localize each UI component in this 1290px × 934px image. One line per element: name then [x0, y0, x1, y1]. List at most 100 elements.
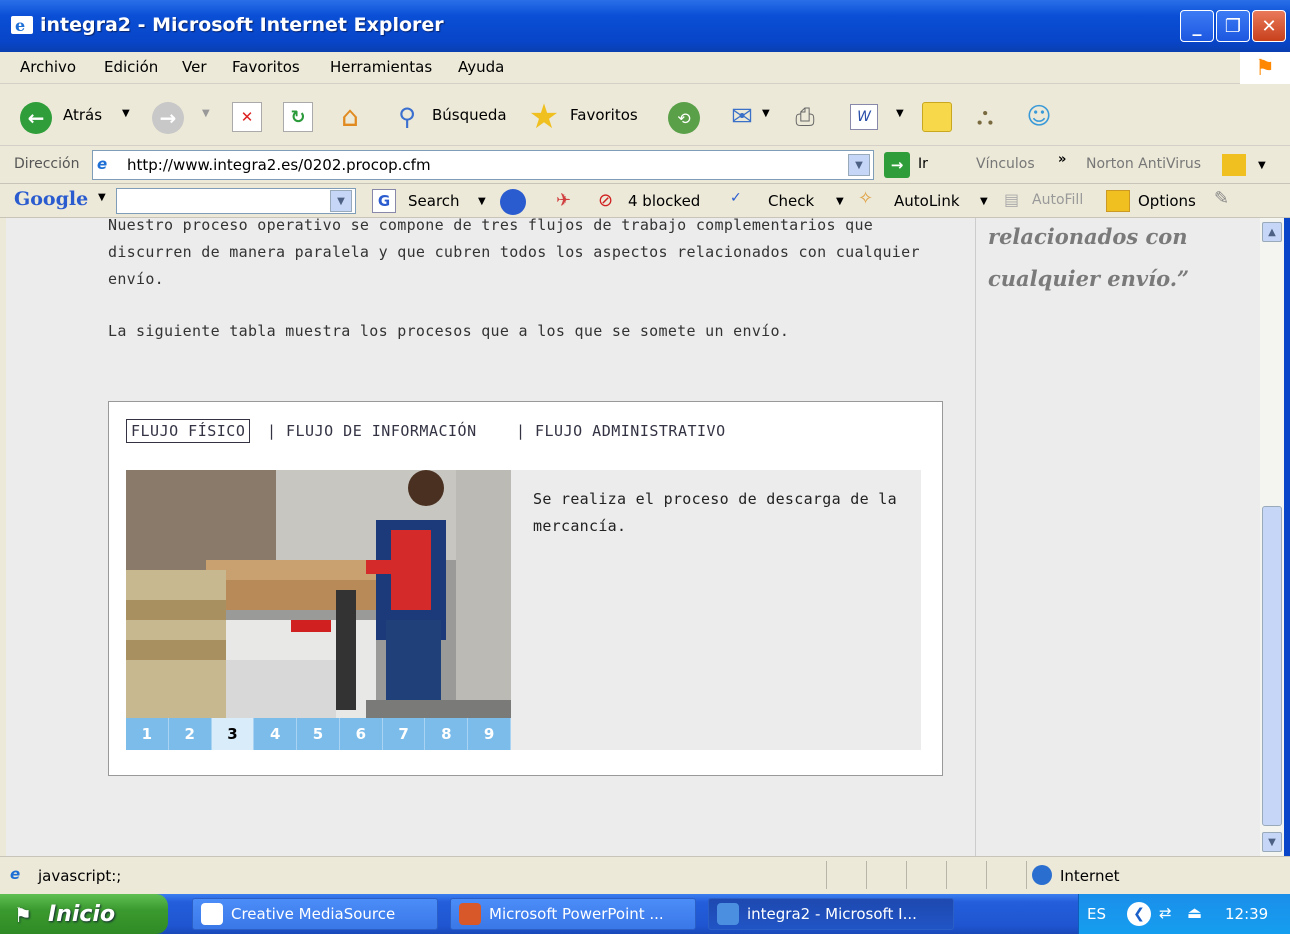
options-button[interactable]: Options — [1138, 192, 1196, 210]
network-icon[interactable]: ⇄ — [1159, 904, 1172, 922]
menu-edicion[interactable]: Edición — [104, 58, 158, 76]
address-dropdown-icon[interactable]: ▼ — [848, 154, 870, 176]
process-description: Se realiza el proceso de descarga de la … — [511, 470, 921, 750]
pagerank-icon[interactable] — [500, 189, 526, 215]
task-label: Creative MediaSource — [231, 905, 396, 923]
status-divider — [1026, 861, 1027, 889]
pager-button-1[interactable]: 1 — [126, 718, 169, 750]
menu-ayuda[interactable]: Ayuda — [458, 58, 504, 76]
blocked-count[interactable]: 4 blocked — [628, 192, 700, 210]
mail-dropdown-icon[interactable]: ▼ — [762, 108, 770, 119]
scroll-up-icon[interactable]: ▲ — [1262, 222, 1282, 242]
research-icon[interactable]: ⛬ — [968, 100, 1002, 132]
pager-button-3[interactable]: 3 — [211, 718, 255, 750]
address-input[interactable]: e http://www.integra2.es/0202.procop.cfm — [92, 150, 874, 180]
google-menu-dropdown-icon[interactable]: ▼ — [98, 192, 106, 203]
taskbar: ⚑ Inicio Creative MediaSource Microsoft … — [0, 894, 1290, 934]
task-creative-mediasource[interactable]: Creative MediaSource — [192, 898, 438, 930]
status-divider — [986, 861, 987, 889]
links-label[interactable]: Vínculos — [976, 156, 1035, 172]
tab-flujo-informacion[interactable]: FLUJO DE INFORMACIÓN — [286, 422, 477, 440]
close-button[interactable]: ✕ — [1252, 10, 1286, 42]
search-button[interactable]: Búsqueda — [432, 106, 507, 124]
home-icon[interactable]: ⌂ — [332, 100, 368, 133]
menu-ver[interactable]: Ver — [182, 58, 207, 76]
pager-button-5[interactable]: 5 — [297, 718, 340, 750]
title-bar: e integra2 - Microsoft Internet Explorer… — [0, 0, 1290, 52]
options-icon[interactable] — [1106, 190, 1130, 212]
menu-favoritos[interactable]: Favoritos — [232, 58, 300, 76]
stop-icon[interactable]: ✕ — [232, 102, 262, 132]
tray-expand-icon[interactable]: ❮ — [1127, 902, 1151, 926]
back-arrow-icon[interactable]: ← — [20, 102, 52, 134]
tab-flujo-fisico[interactable]: FLUJO FÍSICO — [126, 419, 251, 443]
go-arrow-icon[interactable]: → — [884, 152, 910, 178]
security-zone: Internet — [1060, 867, 1120, 885]
popup-blocker-icon[interactable]: ⊘ — [598, 190, 624, 212]
search-dropdown-icon[interactable]: ▼ — [478, 196, 486, 207]
edit-dropdown-icon[interactable]: ▼ — [896, 108, 904, 119]
norton-icon[interactable] — [1222, 154, 1246, 176]
links-chevron-icon[interactable]: » — [1058, 152, 1066, 167]
norton-label[interactable]: Norton AntiVirus — [1086, 156, 1201, 172]
scroll-thumb[interactable] — [1262, 506, 1282, 826]
menu-archivo[interactable]: Archivo — [20, 58, 76, 76]
status-text: javascript:; — [38, 867, 122, 885]
safely-remove-icon[interactable]: ⏏ — [1187, 903, 1202, 922]
pager-button-7[interactable]: 7 — [382, 718, 426, 750]
start-button[interactable]: ⚑ Inicio — [0, 894, 168, 934]
pager-button-8[interactable]: 8 — [425, 718, 469, 750]
spellcheck-icon[interactable]: ✓ — [730, 190, 742, 206]
google-search-icon[interactable]: G — [372, 189, 396, 213]
clock[interactable]: 12:39 — [1225, 905, 1268, 923]
favorites-button[interactable]: Favoritos — [570, 106, 638, 124]
status-divider — [826, 861, 827, 889]
pager-button-9[interactable]: 9 — [468, 718, 512, 750]
check-dropdown-icon[interactable]: ▼ — [836, 196, 844, 207]
edit-word-icon[interactable]: W — [850, 104, 878, 130]
task-powerpoint[interactable]: Microsoft PowerPoint ... — [450, 898, 696, 930]
messenger-icon[interactable]: ☺ — [1022, 100, 1056, 132]
scroll-down-icon[interactable]: ▼ — [1262, 832, 1282, 852]
tab-flujo-administrativo[interactable]: FLUJO ADMINISTRATIVO — [535, 422, 726, 440]
highlight-icon[interactable]: ✎ — [1214, 188, 1229, 209]
back-button[interactable]: Atrás — [63, 106, 102, 124]
intro-line-1: Nuestro proceso operativo se compone de … — [108, 218, 874, 234]
minimize-button[interactable]: _ — [1180, 10, 1214, 42]
windows-logo-icon: ⚑ — [1240, 52, 1290, 84]
pager-button-6[interactable]: 6 — [339, 718, 383, 750]
warehouse-photo-image — [126, 470, 511, 750]
back-dropdown-icon[interactable]: ▼ — [122, 108, 130, 119]
google-logo[interactable]: Google — [14, 188, 88, 210]
autolink-dropdown-icon[interactable]: ▼ — [980, 196, 988, 207]
svg-text:e: e — [15, 16, 25, 35]
discuss-icon[interactable] — [922, 102, 952, 132]
favorites-star-icon[interactable]: ★ — [524, 97, 564, 137]
google-search-input[interactable] — [116, 188, 356, 214]
autolink-icon[interactable]: ✧ — [858, 188, 873, 209]
search-icon[interactable]: ⚲ — [390, 100, 424, 134]
refresh-icon[interactable]: ↻ — [283, 102, 313, 132]
forward-arrow-icon[interactable]: → — [152, 102, 184, 134]
tab-separator: | — [516, 422, 526, 440]
history-icon[interactable]: ⟲ — [668, 102, 700, 134]
menu-herramientas[interactable]: Herramientas — [330, 58, 432, 76]
language-indicator[interactable]: ES — [1087, 905, 1106, 923]
autolink-button[interactable]: AutoLink — [894, 192, 960, 210]
maximize-button[interactable]: ❐ — [1216, 10, 1250, 42]
pager-button-4[interactable]: 4 — [254, 718, 298, 750]
mail-icon[interactable]: ✉ — [724, 102, 760, 132]
intro-line-3: envío. — [108, 270, 164, 288]
window-left-border — [0, 218, 6, 856]
print-icon[interactable]: ⎙ — [786, 102, 824, 132]
task-integra2-ie[interactable]: integra2 - Microsoft I... — [708, 898, 954, 930]
go-button[interactable]: Ir — [918, 156, 928, 172]
pager-button-2[interactable]: 2 — [168, 718, 212, 750]
process-photo — [126, 470, 511, 750]
google-input-dropdown-icon[interactable]: ▼ — [330, 190, 352, 212]
norton-dropdown-icon[interactable]: ▼ — [1258, 160, 1266, 171]
news-icon[interactable]: ✈ — [556, 190, 582, 212]
forward-dropdown-icon[interactable]: ▼ — [202, 108, 210, 119]
google-search-button[interactable]: Search — [408, 192, 460, 210]
check-button[interactable]: Check — [768, 192, 814, 210]
